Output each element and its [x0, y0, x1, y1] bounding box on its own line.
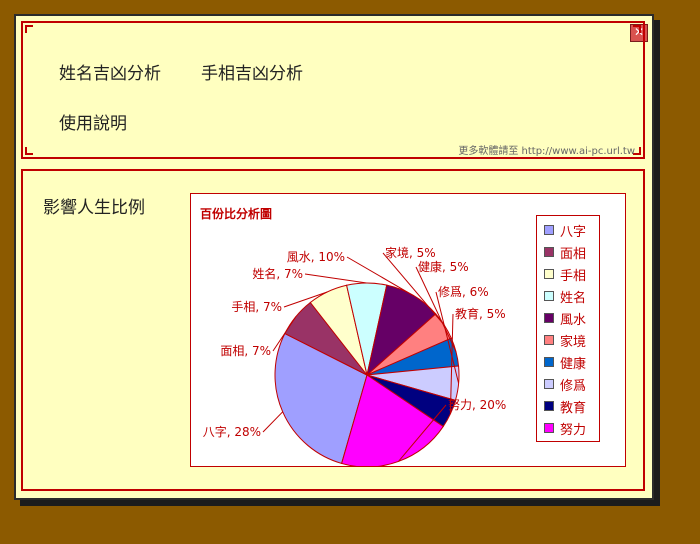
section-title: 影響人生比例 — [43, 198, 145, 218]
legend-item: 教育 — [544, 396, 586, 416]
legend-label: 教育 — [560, 400, 587, 416]
slice-label-5: 風水, 10% — [287, 250, 345, 264]
slice-label-6: 家境, 5% — [385, 245, 436, 260]
legend-label: 姓名 — [560, 290, 587, 306]
legend-item: 八字 — [544, 220, 586, 240]
slice-label-1: 八字, 28% — [203, 424, 261, 439]
legend-swatch-icon — [544, 379, 554, 389]
slice-label-4: 姓名, 7% — [252, 266, 303, 281]
footer-note: 更多軟體請至 http://www.ai-pc.url.tw — [458, 146, 635, 157]
legend-item: 修爲 — [544, 374, 586, 394]
legend-swatch-icon — [544, 291, 554, 301]
slice-label-2: 面相, 7% — [220, 344, 271, 358]
slice-label-7: 健康, 5% — [418, 259, 469, 274]
pie-svg: 八字, 28% 面相, 7% 手相, 7% 姓名, 7% 風水, 10% 家境, 5%健康… — [203, 245, 506, 466]
legend-item: 姓名 — [544, 286, 586, 306]
slice-label-3: 手相, 7% — [231, 300, 282, 314]
legend-swatch-icon — [544, 401, 554, 411]
legend-label: 努力 — [560, 422, 587, 438]
slice-label-8: 修爲, 6% — [438, 284, 489, 299]
legend-swatch-icon — [544, 269, 554, 279]
legend-label: 手相 — [560, 268, 587, 284]
legend-swatch-icon — [544, 357, 554, 367]
legend: 八字面相手相姓名風水家境健康修爲教育努力 — [536, 215, 600, 442]
name-analysis-link[interactable]: 姓名吉凶分析 — [59, 59, 161, 84]
pie-chart: 百份比分析圖 八字, 28% 面相, 7% 手相, 7% 姓名, 7% 風水, 10% 家… — [190, 193, 626, 467]
slice-label-10: 努力, 20% — [448, 397, 506, 412]
leader-line-1 — [262, 411, 284, 433]
legend-swatch-icon — [544, 313, 554, 323]
legend-label: 家境 — [560, 334, 587, 350]
legend-item: 努力 — [544, 418, 586, 438]
legend-label: 健康 — [560, 356, 587, 372]
corner-ornament-icon — [633, 21, 645, 33]
palm-analysis-link[interactable]: 手相吉凶分析 — [201, 59, 303, 84]
corner-ornament-icon — [21, 147, 33, 159]
menu-panel: 姓名吉凶分析 手相吉凶分析 使用說明 更多軟體請至 http://www.ai-… — [21, 21, 645, 159]
legend-label: 風水 — [560, 312, 587, 328]
legend-item: 手相 — [544, 264, 586, 284]
chart-panel: 影響人生比例 百份比分析圖 八字, 28% 面相, 7% 手相, 7% 姓名, 7% 風… — [21, 169, 645, 491]
legend-swatch-icon — [544, 247, 554, 257]
instructions-link[interactable]: 使用說明 — [59, 109, 127, 134]
legend-label: 面相 — [560, 246, 587, 262]
legend-swatch-icon — [544, 335, 554, 345]
slice-label-9: 教育, 5% — [455, 306, 506, 321]
legend-item: 健康 — [544, 352, 586, 372]
legend-label: 修爲 — [560, 378, 587, 394]
legend-swatch-icon — [544, 225, 554, 235]
app-window: ✕ 姓名吉凶分析 手相吉凶分析 使用說明 更多軟體請至 http://www.a… — [14, 14, 654, 500]
legend-swatch-icon — [544, 423, 554, 433]
legend-item: 家境 — [544, 330, 586, 350]
legend-label: 八字 — [560, 224, 587, 240]
corner-ornament-icon — [21, 21, 33, 33]
legend-item: 風水 — [544, 308, 586, 328]
leader-line-4 — [304, 273, 367, 284]
legend-item: 面相 — [544, 242, 586, 262]
